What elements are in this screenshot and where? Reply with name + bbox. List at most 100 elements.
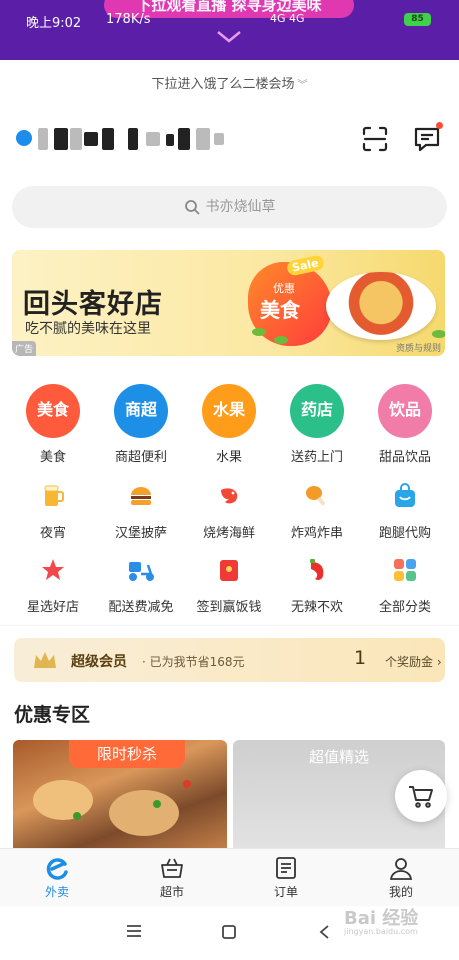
burger-icon [131,487,151,505]
category-late-night[interactable]: 夜宵 [13,482,93,541]
address-mosaic [102,128,114,150]
chili-icon [310,559,324,580]
address-mosaic [70,128,82,150]
tab-supermarket[interactable]: 超市 [132,855,212,900]
tab-label: 超市 [159,885,184,899]
category-fruit[interactable]: 水果 水果 [189,384,269,465]
category-burger[interactable]: 汉堡披萨 [101,482,181,541]
flash-sale-card[interactable]: 限时秒杀 [13,740,227,848]
leaf-decoration [432,330,445,338]
cart-icon [409,786,433,808]
home-square-icon[interactable] [221,924,237,940]
double-chevron-icon: ︾ [297,80,308,91]
net-speed: 178K/s [106,12,151,27]
section-title: 优惠专区 [14,704,91,726]
ad-subline: 吃不腻的美味在这里 [25,321,151,337]
status-time: 晚上9:02 [26,16,82,31]
signal-text: 4G 4G [270,12,305,25]
category-label: 烧烤海鲜 [202,526,255,541]
scooter-icon [129,562,154,581]
address-mosaic [128,128,138,150]
pulldown-hint[interactable]: 下拉进入饿了么二楼会场 ︾ [0,73,459,92]
qualification-rules-link[interactable]: 资质与规则 [396,341,441,354]
menu-icon[interactable] [126,924,142,938]
category-bbq-seafood[interactable]: 烧烤海鲜 [189,482,269,541]
category-label: 美食 [39,450,66,465]
watermark-main: Bai 经验 [344,908,419,929]
battery-badge: 85 [404,13,431,26]
location-address[interactable] [16,128,226,150]
category-food[interactable]: 美食 美食 [13,384,93,465]
watermark-url: jingyan.baidu.com [344,927,418,936]
category-fried-chicken[interactable]: 炸鸡炸串 [277,482,357,541]
fruit-circle-icon: 水果 [202,384,256,438]
category-label: 星选好店 [26,600,79,615]
food-circle-icon: 美食 [26,384,80,438]
pulldown-hint-text: 下拉进入饿了么二楼会场 [151,77,295,92]
tab-label: 我的 [388,885,413,899]
super-member-bar[interactable]: 超级会员 · 已为我节省168元 1 个奖励金 › [14,638,445,682]
search-bar[interactable]: 书亦烧仙草 [12,186,447,228]
scan-icon[interactable] [360,124,390,154]
tab-profile[interactable]: 我的 [361,855,441,900]
redpacket-icon [220,560,238,581]
notification-dot [436,122,443,129]
category-label: 配送费减免 [108,600,174,615]
user-icon [389,858,413,880]
search-icon [184,200,200,215]
category-checkin[interactable]: 签到赢饭钱 [189,556,269,615]
address-mosaic [214,133,224,145]
bottom-tab-bar: 外卖 超市 订单 我的 [0,848,459,906]
address-mosaic [178,128,190,150]
food-photo [33,780,93,820]
address-mosaic [146,132,160,146]
category-errand[interactable]: 跑腿代购 [365,482,445,541]
address-mosaic [38,128,48,150]
category-label: 送药上门 [290,450,343,465]
category-label: 全部分类 [378,600,431,615]
noodle-bowl-image [326,272,436,340]
reward-count: 1 [354,647,367,669]
category-label: 夜宵 [39,526,66,541]
address-mosaic [196,128,210,150]
tab-takeout[interactable]: 外卖 [17,855,97,900]
order-list-icon [276,857,296,879]
category-pharmacy[interactable]: 药店 送药上门 [277,384,357,465]
search-placeholder: 书亦烧仙草 [205,199,276,215]
bag-icon [395,483,415,507]
category-label: 签到赢饭钱 [196,600,262,615]
eleme-logo-icon [46,858,68,880]
tab-orders[interactable]: 订单 [246,855,326,900]
leaf-decoration [252,328,266,336]
star-icon [42,559,64,580]
category-star-shops[interactable]: 星选好店 [13,556,93,615]
value-pick-label: 超值精选 [308,748,369,766]
category-supermarket[interactable]: 商超 商超便利 [101,384,181,465]
category-all[interactable]: 全部分类 [365,556,445,615]
member-title: 超级会员 [71,654,127,670]
status-bar: 晚上9:02 178K/s 4G 4G 85 [0,8,459,31]
cart-button[interactable] [395,770,447,822]
food-photo [73,812,81,820]
ad-banner[interactable]: 回头客好店 吃不腻的美味在这里 Sale 优惠 美食 广告 资质与规则 [12,250,445,356]
address-mosaic [54,128,68,150]
address-mosaic [166,134,174,146]
chevron-down-icon [216,28,242,49]
tab-label: 外卖 [44,885,69,899]
beer-icon [44,485,64,506]
category-spicy[interactable]: 无辣不欢 [277,556,357,615]
flash-sale-label: 限时秒杀 [69,740,185,768]
baidu-watermark-logo: Bai 经验 jingyan.baidu.com [344,904,418,936]
tab-label: 订单 [273,885,298,899]
category-free-delivery[interactable]: 配送费减免 [101,556,181,615]
member-savings: · 已为我节省168元 [142,655,245,669]
shrimp-icon [221,488,238,504]
category-label: 水果 [215,450,242,465]
reward-label: 个奖励金 › [385,655,442,669]
grid-icon [394,559,416,581]
category-drinks[interactable]: 饮品 甜品饮品 [365,384,445,465]
basket-icon [161,858,183,878]
back-icon[interactable] [318,924,330,940]
crown-icon [34,652,56,668]
category-label: 炸鸡炸串 [290,526,343,541]
